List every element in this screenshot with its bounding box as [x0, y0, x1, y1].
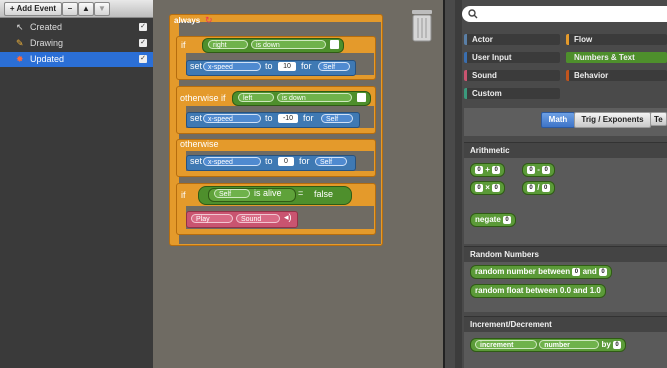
add-block[interactable]: 0 + 0: [470, 163, 506, 177]
category-user-input[interactable]: User Input: [464, 52, 560, 63]
value-field[interactable]: 0: [278, 157, 294, 166]
event-enabled-checkbox[interactable]: ✓: [139, 55, 147, 63]
false-value[interactable]: false: [314, 189, 333, 199]
if-keyword: if: [181, 40, 186, 50]
tab-math[interactable]: Math: [541, 112, 575, 128]
always-label: always: [174, 16, 201, 25]
negate-block[interactable]: negate 0: [470, 213, 517, 227]
attribute-dropdown[interactable]: x-speed: [203, 114, 261, 123]
condition-checkbox[interactable]: [330, 40, 339, 49]
section-arithmetic: Arithmetic: [464, 142, 667, 158]
category-sound[interactable]: Sound: [464, 70, 560, 81]
target-dropdown[interactable]: Self: [321, 114, 353, 123]
event-item-drawing[interactable]: ✎ Drawing ✓: [0, 36, 153, 51]
divide-block[interactable]: 0 / 0: [522, 181, 555, 195]
for-keyword: for: [303, 113, 314, 123]
to-keyword: to: [265, 61, 273, 71]
set-keyword: set: [190, 156, 203, 166]
move-up-button[interactable]: ▲: [78, 2, 94, 16]
play-dropdown[interactable]: Play: [191, 214, 233, 223]
search-input[interactable]: [462, 6, 667, 22]
key-state-dropdown[interactable]: is down: [277, 93, 352, 102]
tab-text[interactable]: Te: [650, 112, 667, 126]
otherwise-if-keyword: otherwise if: [180, 93, 226, 103]
tab-trig-exponents[interactable]: Trig / Exponents: [574, 112, 651, 128]
actor-dropdown[interactable]: Self: [214, 189, 250, 198]
attribute-dropdown[interactable]: x-speed: [203, 62, 261, 71]
key-dropdown[interactable]: right: [208, 40, 248, 49]
event-enabled-checkbox[interactable]: ✓: [139, 23, 147, 31]
add-event-button[interactable]: + Add Event: [4, 2, 62, 16]
key-dropdown[interactable]: left: [238, 93, 274, 102]
events-toolbar: + Add Event – ▲ ▼: [0, 0, 153, 18]
event-item-updated[interactable]: ✸ Updated ✓: [0, 52, 153, 67]
if-keyword: if: [181, 190, 186, 200]
running-figure-icon: ✸: [16, 54, 24, 64]
event-label: Updated: [30, 54, 65, 64]
random-float-block[interactable]: random float between 0.0 and 1.0: [470, 284, 606, 298]
search-icon: [468, 9, 478, 19]
repeat-icon: ↻: [205, 15, 213, 25]
category-flow[interactable]: Flow: [566, 34, 667, 45]
event-label: Created: [30, 22, 63, 32]
category-numbers-text[interactable]: Numbers & Text: [566, 52, 667, 63]
is-alive-label: is alive: [254, 188, 282, 198]
section-increment-decrement: Increment/Decrement: [464, 316, 667, 332]
event-enabled-checkbox[interactable]: ✓: [139, 39, 147, 47]
set-keyword: set: [190, 61, 203, 71]
event-item-created[interactable]: ↖ Created ✓: [0, 20, 153, 35]
equals-label: =: [298, 188, 304, 198]
category-behavior[interactable]: Behavior: [566, 70, 667, 81]
event-label: Drawing: [30, 38, 64, 48]
category-actor[interactable]: Actor: [464, 34, 560, 45]
subtract-block[interactable]: 0 - 0: [522, 163, 556, 177]
target-dropdown[interactable]: Self: [315, 157, 347, 166]
variable-dropdown[interactable]: number: [539, 340, 600, 349]
remove-event-button[interactable]: –: [62, 2, 78, 16]
move-down-button[interactable]: ▼: [94, 2, 110, 16]
condition-checkbox[interactable]: [357, 93, 366, 102]
speaker-icon[interactable]: ◂): [284, 212, 292, 223]
for-keyword: for: [299, 156, 310, 166]
sound-dropdown[interactable]: Sound: [236, 214, 280, 223]
target-dropdown[interactable]: Self: [318, 62, 350, 71]
random-number-block[interactable]: random number between 0 and 0: [470, 265, 613, 279]
otherwise-keyword: otherwise: [180, 139, 219, 149]
section-random-numbers: Random Numbers: [464, 246, 667, 262]
increment-block[interactable]: increment number by 0: [470, 338, 627, 352]
for-keyword: for: [301, 61, 312, 71]
paintbrush-icon: ✎: [16, 38, 24, 48]
to-keyword: to: [265, 156, 273, 166]
value-field[interactable]: -10: [278, 114, 298, 123]
to-keyword: to: [265, 113, 273, 123]
multiply-block[interactable]: 0 × 0: [470, 181, 506, 195]
cursor-icon: ↖: [16, 22, 24, 32]
value-field[interactable]: 10: [278, 62, 296, 71]
events-panel: + Add Event – ▲ ▼ ↖ Created ✓ ✎ Drawing …: [0, 0, 154, 368]
increment-mode-dropdown[interactable]: increment: [475, 340, 537, 349]
key-state-dropdown[interactable]: is down: [251, 40, 326, 49]
trash-icon[interactable]: [410, 8, 434, 42]
category-custom[interactable]: Custom: [464, 88, 560, 99]
set-keyword: set: [190, 113, 203, 123]
attribute-dropdown[interactable]: x-speed: [203, 157, 261, 166]
